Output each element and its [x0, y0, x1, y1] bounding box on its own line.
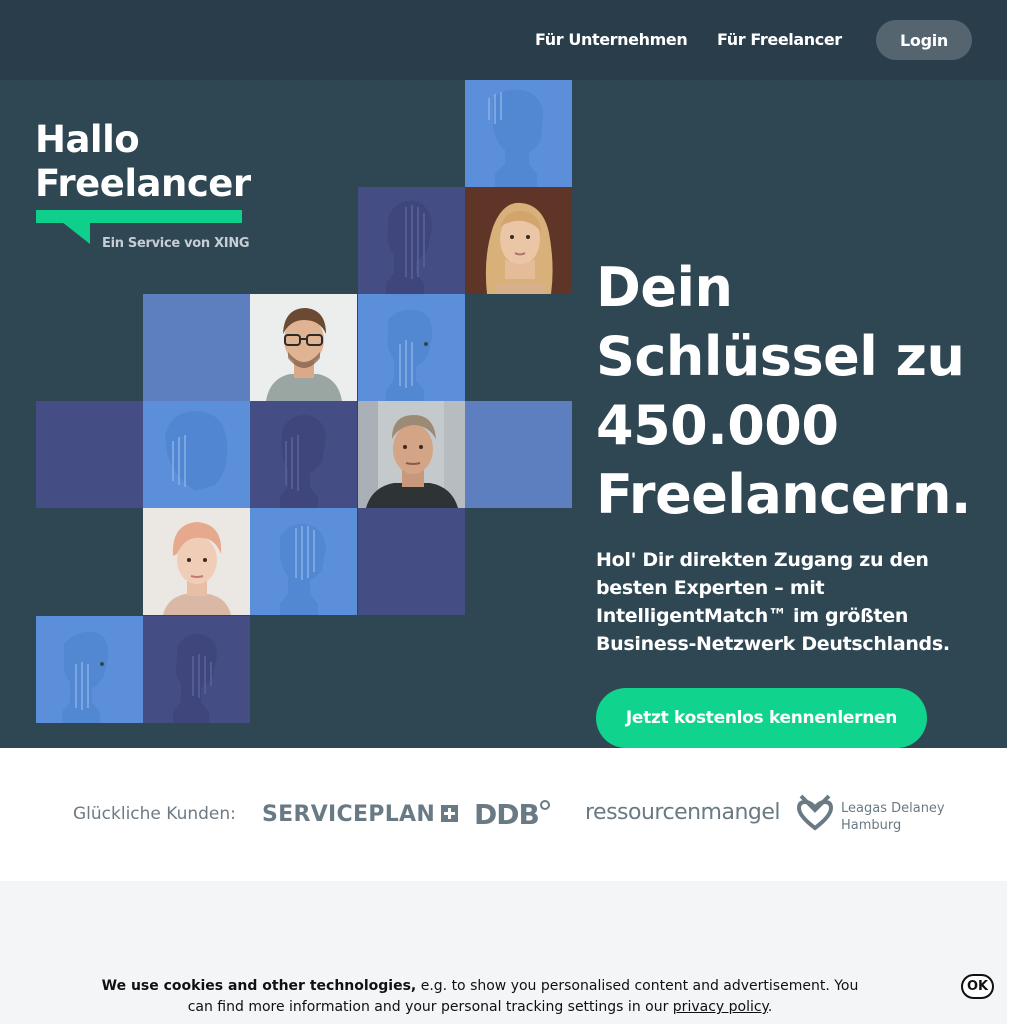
- avatar-woman-blonde: [465, 187, 572, 294]
- color-tile: [143, 294, 250, 401]
- privacy-policy-link[interactable]: privacy policy: [673, 999, 768, 1015]
- cookie-ok-button[interactable]: OK: [961, 974, 994, 999]
- leagas-line1: Leagas Delaney: [841, 801, 945, 816]
- cookie-message-end: .: [767, 999, 773, 1015]
- cookie-message: We use cookies and other technologies, e…: [100, 976, 860, 1018]
- silhouette-tile: [250, 508, 357, 615]
- person-silhouette-icon: [280, 415, 326, 508]
- silhouette-tile: [250, 401, 357, 508]
- customers-label: Glückliche Kunden:: [73, 804, 236, 824]
- leagas-text: Leagas Delaney Hamburg: [841, 800, 945, 834]
- customer-logos-section: Glückliche Kunden: SERVICEPLAN DDB resso…: [0, 748, 1007, 881]
- freelancer-photo-woman-short-hair: [143, 508, 250, 615]
- avatar-woman-short-hair: [143, 508, 250, 615]
- serviceplan-logo: SERVICEPLAN: [262, 802, 459, 827]
- silhouette-tile: [143, 401, 250, 508]
- silhouette-tile: [358, 294, 465, 401]
- headline-line: 450.000: [596, 394, 839, 457]
- hero-headline: Dein Schlüssel zu 450.000 Freelancern.: [596, 253, 996, 529]
- logo-title-line2: Freelancer: [35, 162, 251, 205]
- person-silhouette-icon: [386, 200, 432, 294]
- page: Für Unternehmen Für Freelancer Login Hal…: [0, 0, 1007, 1024]
- person-silhouette-icon: [488, 89, 543, 187]
- silhouette-tile: [143, 616, 250, 723]
- login-button[interactable]: Login: [876, 20, 972, 60]
- ddb-logo: DDB: [474, 798, 550, 831]
- hero-subline: Hol' Dir direkten Zugang zu den besten E…: [596, 549, 950, 655]
- leagas-line2: Hamburg: [841, 818, 902, 833]
- person-silhouette-icon: [386, 309, 433, 401]
- headline-line: Schlüssel zu: [596, 325, 965, 388]
- silhouette-tile: [36, 616, 143, 723]
- ddb-wordmark: DDB: [474, 798, 540, 831]
- person-silhouette-icon: [173, 634, 217, 723]
- cta-button[interactable]: Jetzt kostenlos kennenlernen: [596, 688, 927, 748]
- avatar-man-grey: [358, 401, 465, 508]
- ressourcenmangel-logo: ressourcenmangel: [585, 800, 781, 825]
- silhouette-tile: [465, 80, 572, 187]
- person-silhouette-icon: [280, 524, 326, 615]
- headline-line: Dein: [596, 256, 733, 319]
- freelancer-photo-man-glasses: [250, 294, 357, 401]
- brand-logo[interactable]: Hallo Freelancer Ein Service von XING: [35, 118, 255, 258]
- scrollbar[interactable]: [1007, 0, 1024, 1024]
- serviceplan-wordmark: SERVICEPLAN: [262, 802, 436, 827]
- color-tile: [36, 401, 143, 508]
- top-navigation: Für Unternehmen Für Freelancer Login: [0, 0, 1007, 80]
- logo-title-line1: Hallo: [35, 118, 140, 161]
- leagas-heart-icon: [796, 794, 834, 831]
- nav-link-freelancer[interactable]: Für Freelancer: [717, 30, 842, 49]
- cookie-banner: We use cookies and other technologies, e…: [0, 966, 1007, 1024]
- cookie-message-bold: We use cookies and other technologies,: [101, 978, 417, 994]
- registered-circle-icon: [540, 800, 550, 810]
- logo-tagline: Ein Service von XING: [102, 236, 250, 251]
- color-tile: [465, 401, 572, 508]
- person-silhouette-icon: [165, 411, 228, 491]
- headline-line: Freelancern.: [596, 463, 971, 526]
- color-tile: [358, 508, 465, 615]
- plus-box-icon: [441, 805, 459, 822]
- avatar-man-glasses: [250, 294, 357, 401]
- freelancer-photo-woman-blonde: [465, 187, 572, 294]
- nav-link-unternehmen[interactable]: Für Unternehmen: [535, 30, 688, 49]
- freelancer-photo-man-grey: [358, 401, 465, 508]
- silhouette-tile: [358, 187, 465, 294]
- logo-speech-tail: [62, 222, 90, 244]
- leagas-delaney-logo: Leagas Delaney Hamburg: [796, 794, 947, 838]
- person-silhouette-icon: [62, 631, 109, 723]
